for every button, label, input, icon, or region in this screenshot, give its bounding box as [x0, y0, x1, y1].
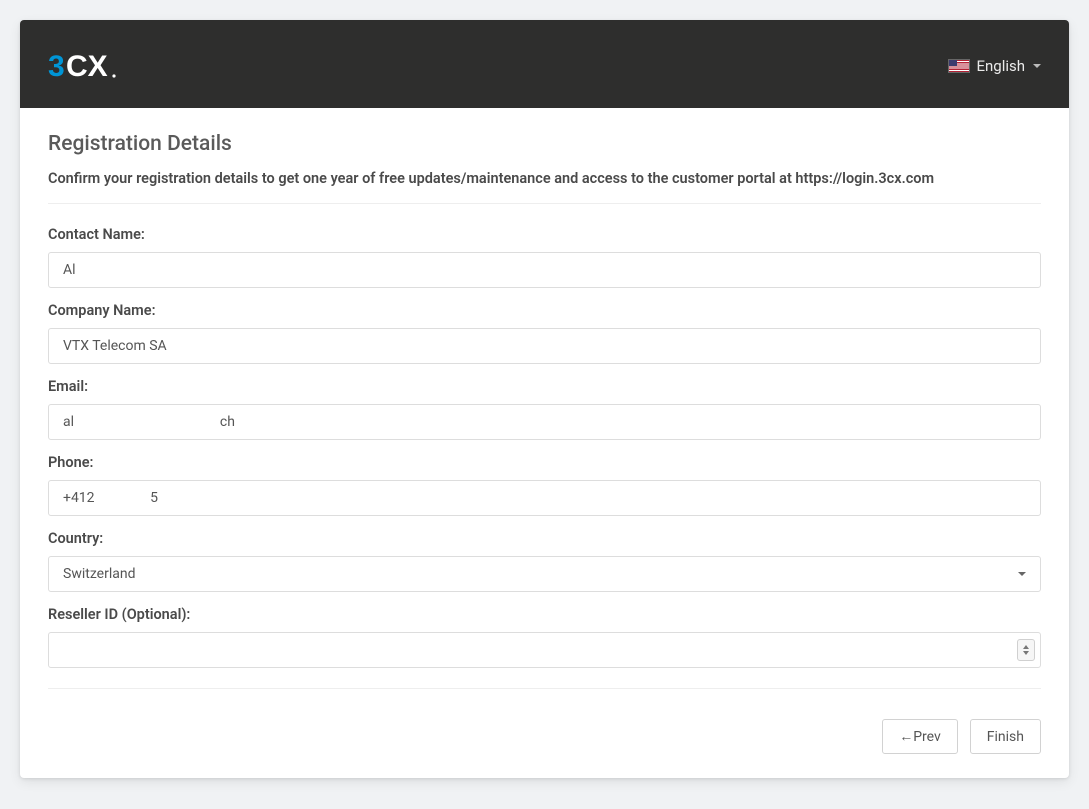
finish-button[interactable]: Finish	[970, 719, 1041, 754]
language-selector[interactable]: English	[948, 57, 1041, 75]
field-country: Country: Switzerland	[48, 530, 1041, 592]
stepper-up-icon	[1023, 645, 1029, 649]
flag-us-icon	[948, 59, 970, 73]
contact-name-input[interactable]	[48, 252, 1041, 288]
page-title: Registration Details	[48, 132, 1041, 156]
phone-label: Phone:	[48, 454, 1041, 471]
country-label: Country:	[48, 530, 1041, 547]
contact-name-label: Contact Name:	[48, 226, 1041, 243]
field-company-name: Company Name:	[48, 302, 1041, 364]
caret-down-icon	[1033, 64, 1041, 68]
page-subtitle: Confirm your registration details to get…	[48, 170, 1041, 187]
reseller-id-input[interactable]	[48, 632, 1041, 668]
company-name-label: Company Name:	[48, 302, 1041, 319]
stepper-buttons[interactable]	[1017, 639, 1035, 661]
brand-logo: 3 CX	[48, 48, 143, 84]
prev-button[interactable]: ←Prev	[882, 719, 958, 754]
company-name-input[interactable]	[48, 328, 1041, 364]
stepper-down-icon	[1023, 651, 1029, 655]
field-phone: Phone:	[48, 454, 1041, 516]
country-select[interactable]: Switzerland	[48, 556, 1041, 592]
content-area: Registration Details Confirm your regist…	[20, 108, 1069, 719]
svg-text:3: 3	[48, 50, 65, 83]
field-reseller-id: Reseller ID (Optional):	[48, 606, 1041, 668]
language-label: English	[976, 57, 1025, 75]
svg-text:CX: CX	[66, 50, 108, 83]
field-email: Email:	[48, 378, 1041, 440]
registration-card: 3 CX English Registration Details Confir…	[20, 20, 1069, 778]
footer-actions: ←Prev Finish	[20, 719, 1069, 778]
field-contact-name: Contact Name:	[48, 226, 1041, 288]
header-bar: 3 CX English	[20, 20, 1069, 108]
logo-3cx-icon: 3 CX	[48, 48, 143, 84]
email-label: Email:	[48, 378, 1041, 395]
divider	[48, 203, 1041, 204]
reseller-id-label: Reseller ID (Optional):	[48, 606, 1041, 623]
phone-input[interactable]	[48, 480, 1041, 516]
email-input[interactable]	[48, 404, 1041, 440]
footer-divider	[48, 688, 1041, 689]
